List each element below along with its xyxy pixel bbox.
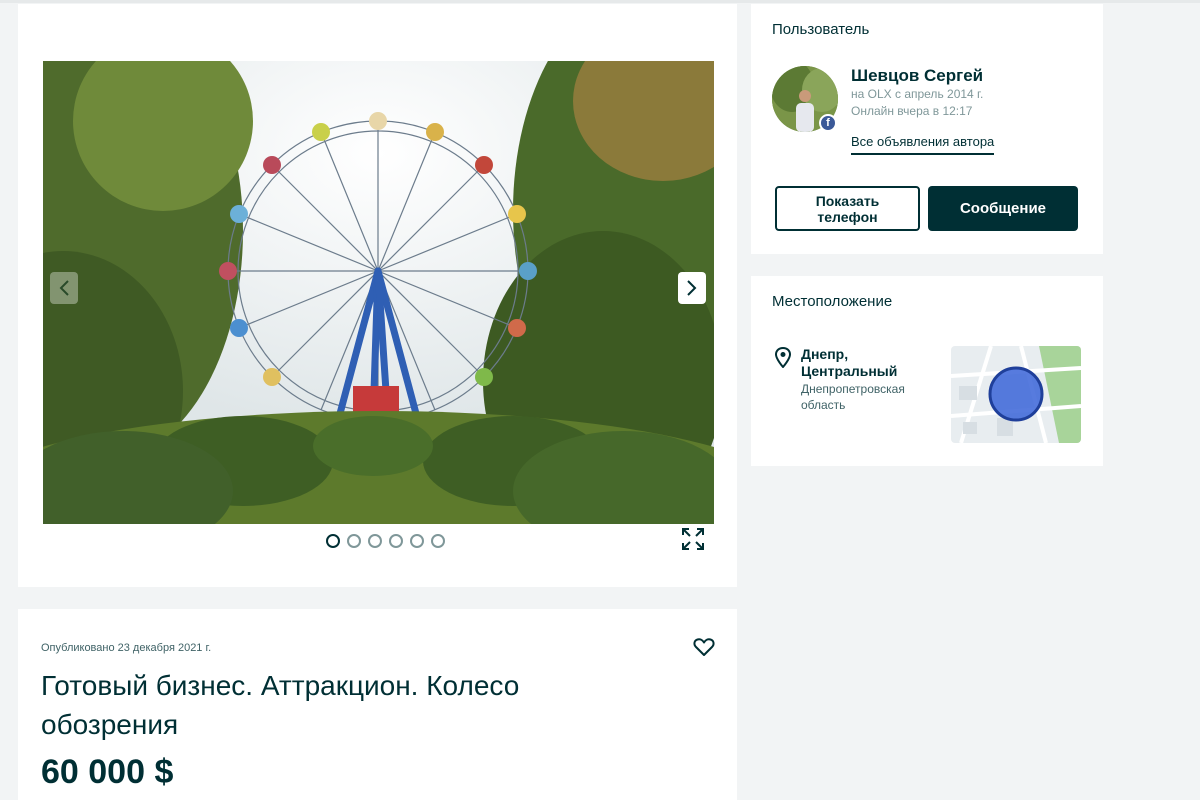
pagination-dot[interactable] [389,534,403,548]
message-button[interactable]: Сообщение [928,186,1078,231]
expand-icon [682,528,704,550]
location-map[interactable] [951,346,1081,443]
heart-icon [693,638,715,656]
pagination-dot[interactable] [368,534,382,548]
ad-photo[interactable] [43,61,714,524]
top-border [0,0,1200,3]
user-card: Пользователь f Шевцов Сергей на OLX с ап… [751,4,1103,254]
prev-photo-button[interactable] [50,272,78,304]
gallery-card [18,4,737,587]
chevron-right-icon [687,280,697,296]
pagination-dot[interactable] [347,534,361,548]
favorite-button[interactable] [692,635,716,659]
location-card: Местоположение Днепр, Центральный Днепро… [751,276,1103,466]
map-pin-icon [774,346,792,368]
show-phone-label: Показать телефон [815,192,880,225]
posted-date: Опубликовано 23 декабря 2021 г. [41,642,212,654]
show-phone-button[interactable]: Показать телефон [775,186,920,231]
ad-price: 60 000 $ [41,753,174,791]
user-section-label: Пользователь [772,21,870,38]
next-photo-button[interactable] [678,272,706,304]
map-thumbnail [951,346,1081,443]
location-region: Днепропетровская область [801,382,905,412]
user-name: Шевцов Сергей [851,66,984,85]
location-city: Днепр, Центральный [801,346,898,379]
ferris-wheel-image [43,61,714,524]
ad-details-card: Опубликовано 23 декабря 2021 г. Готовый … [18,609,737,800]
ad-title: Готовый бизнес. Аттракцион. Колесо обозр… [41,670,520,740]
photo-pagination [326,534,445,548]
pagination-dot[interactable] [410,534,424,548]
all-author-ads-link[interactable]: Все объявления автора [851,134,995,155]
user-since: на OLX с апрель 2014 г. [851,87,984,101]
expand-photo-button[interactable] [680,526,706,552]
user-last-online: Онлайн вчера в 12:17 [851,104,973,118]
location-section-label: Местоположение [772,293,893,310]
chevron-left-icon [59,280,69,296]
pagination-dot[interactable] [326,534,340,548]
facebook-badge: f [819,114,837,132]
pagination-dot[interactable] [431,534,445,548]
